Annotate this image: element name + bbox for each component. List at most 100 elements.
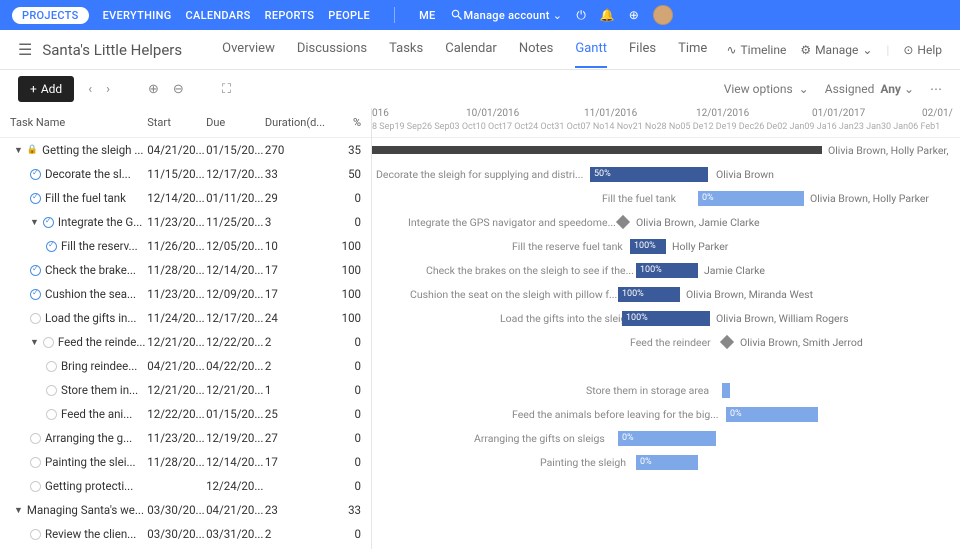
task-name-text: Review the clien... (45, 527, 136, 541)
check-icon[interactable] (46, 385, 57, 396)
table-row[interactable]: Check the brake...11/28/20...12/14/20...… (0, 258, 371, 282)
table-row[interactable]: ▼Managing Santa's we...03/30/20...04/21/… (0, 498, 371, 522)
zoom-out-icon[interactable]: ⊖ (173, 82, 184, 97)
gantt-bar[interactable] (722, 383, 730, 398)
check-icon[interactable] (30, 289, 41, 300)
gantt-chart[interactable]: 01610/01/201611/01/201612/01/201601/01/2… (372, 108, 960, 549)
hamburger-icon[interactable]: ☰ (18, 40, 32, 59)
nav-people[interactable]: PEOPLE (328, 9, 370, 22)
check-icon[interactable] (30, 169, 41, 180)
bar-label: Load the gifts into the sleigh (500, 312, 632, 325)
tab-time[interactable]: Time (678, 31, 707, 68)
tab-calendar[interactable]: Calendar (445, 31, 497, 68)
check-icon[interactable] (46, 241, 57, 252)
nav-projects[interactable]: PROJECTS (12, 7, 89, 24)
check-icon[interactable] (30, 313, 41, 324)
table-row[interactable]: ▼🔒Getting the sleigh ...04/21/20...01/15… (0, 138, 371, 162)
check-icon[interactable] (30, 433, 41, 444)
view-options[interactable]: View options ⌄ (724, 82, 809, 96)
manage-button[interactable]: ⚙Manage ⌄ (800, 43, 872, 57)
tab-overview[interactable]: Overview (222, 31, 275, 68)
table-row[interactable]: Fill the reserv...11/26/20...12/05/20...… (0, 234, 371, 258)
month-label: 12/01/2016 (696, 108, 749, 119)
table-row[interactable]: Load the gifts in...11/24/20...12/17/20.… (0, 306, 371, 330)
table-row[interactable]: Painting the slei...11/28/20...12/14/20.… (0, 450, 371, 474)
search-icon[interactable] (450, 8, 464, 22)
gantt-bar[interactable]: 0% (618, 431, 716, 446)
check-icon[interactable] (30, 481, 41, 492)
check-icon[interactable] (46, 409, 57, 420)
tab-gantt[interactable]: Gantt (575, 31, 607, 68)
table-row[interactable]: Bring reindee...04/21/20...04/22/20...20 (0, 354, 371, 378)
table-row[interactable]: Arranging the g...11/23/20...12/19/20...… (0, 426, 371, 450)
tab-tasks[interactable]: Tasks (389, 31, 423, 68)
check-icon[interactable] (43, 337, 54, 348)
gantt-bar[interactable]: 50% (590, 167, 708, 182)
col-percent[interactable]: % (330, 116, 361, 129)
nav-reports[interactable]: REPORTS (265, 9, 315, 22)
bell-icon[interactable]: 🔔 (600, 8, 615, 22)
check-icon[interactable] (43, 217, 54, 228)
caret-icon[interactable]: ▼ (30, 337, 39, 348)
table-row[interactable]: Fill the fuel tank12/14/20...01/11/20...… (0, 186, 371, 210)
table-row[interactable]: Store them in...12/21/20...12/21/20...10 (0, 378, 371, 402)
table-row[interactable]: Feed the ani...12/22/20...01/15/20...250 (0, 402, 371, 426)
expand-icon[interactable]: ⛶ (222, 82, 231, 97)
gantt-bar[interactable]: 0% (726, 407, 818, 422)
cell-due: 01/15/20... (206, 407, 265, 421)
summary-bar[interactable] (372, 146, 822, 154)
tab-discussions[interactable]: Discussions (297, 31, 367, 68)
cell-due: 12/24/20... (206, 479, 265, 493)
power-icon[interactable]: ⏻ (576, 8, 586, 23)
check-icon[interactable] (30, 457, 41, 468)
timeline-button[interactable]: ∿Timeline (726, 43, 786, 57)
zoom-in-icon[interactable]: ⊕ (148, 82, 159, 97)
gantt-bar[interactable]: 0% (636, 455, 698, 470)
cell-pct: 0 (330, 455, 361, 469)
manage-account[interactable]: Manage account ⌄ (464, 9, 563, 22)
table-row[interactable]: Decorate the sl...11/15/20...12/17/20...… (0, 162, 371, 186)
gantt-bar[interactable]: 100% (636, 263, 698, 278)
table-row[interactable]: ▼Feed the reinde...12/21/20...12/22/20..… (0, 330, 371, 354)
more-icon[interactable]: ⋯ (930, 82, 942, 96)
col-task-name[interactable]: Task Name (10, 116, 147, 129)
table-row[interactable]: Cushion the sea...11/23/20...12/09/20...… (0, 282, 371, 306)
col-duration[interactable]: Duration(d... (265, 116, 330, 129)
check-icon[interactable] (30, 529, 41, 540)
nav-everything[interactable]: EVERYTHING (103, 9, 172, 22)
check-icon[interactable] (30, 193, 41, 204)
milestone-icon[interactable] (720, 335, 734, 349)
cell-due: 12/14/20... (206, 455, 265, 469)
table-row[interactable]: Getting protecti...12/24/20...0 (0, 474, 371, 498)
table-row[interactable]: Review the clien...03/30/20...03/31/20..… (0, 522, 371, 546)
prev-icon[interactable]: ‹ (88, 82, 92, 97)
assigned-filter[interactable]: Assigned Any ⌄ (825, 82, 914, 96)
cell-pct: 100 (330, 287, 361, 301)
avatar[interactable] (653, 5, 673, 25)
caret-icon[interactable]: ▼ (14, 505, 23, 516)
caret-icon[interactable]: ▼ (14, 145, 23, 156)
add-button[interactable]: +Add (18, 76, 74, 102)
gantt-bar[interactable]: 0% (698, 191, 804, 206)
tab-notes[interactable]: Notes (519, 31, 554, 68)
caret-icon[interactable]: ▼ (30, 217, 39, 228)
nav-calendars[interactable]: CALENDARS (186, 9, 251, 22)
tab-files[interactable]: Files (629, 31, 656, 68)
milestone-icon[interactable] (616, 215, 630, 229)
gantt-bar[interactable]: 100% (630, 239, 666, 254)
next-icon[interactable]: › (106, 82, 110, 97)
task-name-text: Getting the sleigh ... (42, 143, 143, 157)
col-start[interactable]: Start (147, 116, 206, 129)
check-icon[interactable] (30, 265, 41, 276)
add-user-icon[interactable]: ⊕ (629, 8, 639, 22)
help-button[interactable]: ⊙Help (903, 43, 942, 57)
assignee-label: Olivia Brown, Holly Parker (810, 192, 929, 205)
bar-label: Store them in storage area (586, 384, 709, 397)
table-row[interactable]: ▼Integrate the G...11/23/20...11/25/20..… (0, 210, 371, 234)
gantt-bar[interactable]: 100% (618, 287, 680, 302)
gantt-bar[interactable]: 100% (622, 311, 710, 326)
cell-pct: 50 (330, 167, 361, 181)
col-due[interactable]: Due (206, 116, 265, 129)
check-icon[interactable] (46, 361, 57, 372)
nav-me[interactable]: ME (419, 9, 435, 22)
